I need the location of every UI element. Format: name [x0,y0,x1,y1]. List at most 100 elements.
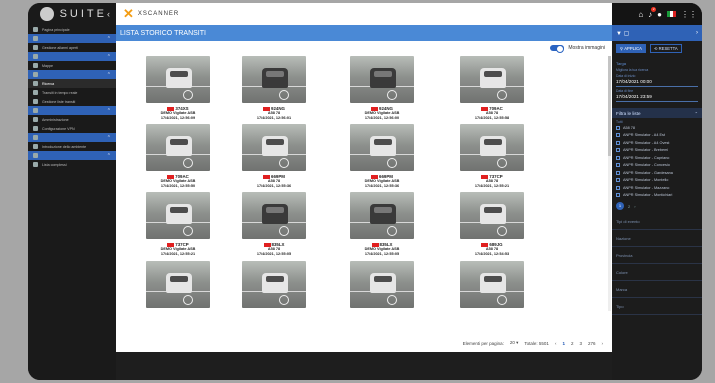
notification-bell-icon[interactable]: ♪ 2 [648,6,657,19]
sidebar-section[interactable]: ⌃ [28,133,116,142]
checkbox[interactable] [616,163,620,168]
transit-card[interactable] [460,261,524,308]
transit-photo[interactable] [146,261,210,308]
camera-checkbox-item[interactable]: ANPR Simulator - A4 Ovest [612,139,702,147]
transit-photo[interactable] [350,261,414,308]
page-3-button[interactable]: 3 [579,341,582,346]
transit-card[interactable]: 689JG A58 78 17/4/2021, 12:54:53 [460,192,524,256]
sidebar-section[interactable]: ⌃ [28,52,116,61]
transit-photo[interactable] [460,124,524,171]
checkbox[interactable] [616,170,620,175]
home-icon[interactable]: ⌂ [638,10,643,19]
sidebar-section[interactable]: ⌃ [28,106,116,115]
camera-checkbox-item[interactable]: ANPR Simulator - Gardesana [612,169,702,177]
transit-photo[interactable] [242,192,306,239]
checkbox[interactable] [616,125,620,130]
transit-photo[interactable] [146,124,210,171]
transit-photo[interactable] [242,124,306,171]
camera-checkbox-item[interactable]: ANPR Simulator - Montichiari [612,192,702,200]
sidebar-item[interactable]: Configurazione VPN [28,124,116,133]
per-page-select[interactable]: 20 ▾ [510,340,519,346]
camera-next-icon[interactable]: › [634,204,635,209]
transit-card[interactable]: 737CP A58 78 17/4/2021, 12:55:21 [460,124,524,188]
camera-page-1[interactable]: 1 [616,202,624,210]
filter-field[interactable]: Tipo [612,298,702,315]
camera-checkbox-item[interactable]: ANPR Simulator - Mazzano [612,184,702,192]
checkbox[interactable] [616,193,620,198]
chevron-left-icon[interactable]: ‹ [107,9,110,19]
grid-scrollbar[interactable] [608,56,611,311]
filter-field[interactable]: Provincia [612,247,702,264]
checkbox[interactable] [616,133,620,138]
transit-card[interactable] [242,261,306,308]
apply-button[interactable]: ⚲ APPLICA [616,44,646,53]
transit-card[interactable]: 924NG A58 78 17/4/2021, 12:56:01 [242,56,306,120]
transit-photo[interactable] [350,56,414,103]
sidebar-section[interactable]: ⌃ [28,34,116,43]
filter-field[interactable]: Colore [612,264,702,281]
transit-card[interactable]: 709AC A58 78 17/4/2021, 12:55:58 [460,56,524,120]
checkbox[interactable] [616,140,620,145]
transit-photo[interactable] [460,192,524,239]
sidebar-section[interactable]: ⌃ [28,70,116,79]
transit-card[interactable]: 669PM A58 78 17/4/2021, 12:55:36 [242,124,306,188]
filter-field[interactable]: Nazione [612,230,702,247]
transit-card[interactable]: 737CP DEMO Vigilate ASB 17/4/2021, 12:55:2… [146,192,210,256]
user-icon[interactable]: ● [657,10,662,19]
transit-photo[interactable] [146,56,210,103]
sidebar-item[interactable]: Mappe [28,61,116,70]
transit-card[interactable]: 835LX A58 78 17/4/2021, 12:55:05 [242,192,306,256]
sidebar-item[interactable]: Amministrazione [28,115,116,124]
sidebar-item[interactable]: Ricerca [28,79,116,88]
transit-photo[interactable] [460,56,524,103]
sidebar-item[interactable]: Gestione allarmi aperti [28,43,116,52]
prev-page-button[interactable]: ‹ [555,341,557,346]
transit-photo[interactable] [146,192,210,239]
camera-checkbox-item[interactable]: ANPR Simulator - Montello [612,177,702,185]
transit-card[interactable] [350,261,414,308]
transit-card[interactable]: 669PM DEMO Vigilate ASB 17/4/2021, 12:55:3… [350,124,414,188]
transit-photo[interactable] [350,124,414,171]
sidebar-item[interactable]: Transiti in tempo reale [28,88,116,97]
filter-field[interactable]: Marca [612,281,702,298]
apps-grid-icon[interactable]: ⋮⋮ [681,10,697,19]
sidebar-item[interactable]: Introduzione dello ambiente [28,142,116,151]
transit-card[interactable]: 709AC DEMO Vigilate ASB 17/4/2021, 12:55:5… [146,124,210,188]
checkbox[interactable] [616,148,620,153]
transit-photo[interactable] [350,192,414,239]
transit-card[interactable]: 835LX DEMO Vigilate ASB 17/4/2021, 12:55:0… [350,192,414,256]
camera-checkbox-item[interactable]: ANPR Simulator - Brebemi [612,147,702,155]
transit-card[interactable] [146,261,210,308]
transit-card[interactable]: 924NG DEMO Vigilate ASB 17/4/2021, 12:56:0… [350,56,414,120]
camera-checkbox-item[interactable]: ANPR Simulator - A4 Est [612,132,702,140]
checkbox[interactable] [616,155,620,160]
camera-checkbox-item[interactable]: A58 78 [612,124,702,132]
target-hint[interactable]: Migliora la tua ricerca [616,68,698,72]
checkbox[interactable] [616,178,620,183]
page-2-button[interactable]: 2 [571,341,574,346]
transit-card[interactable]: 374XS DEMO Vigilate ASB 17/4/2021, 12:56:0… [146,56,210,120]
next-page-button[interactable]: › [602,341,604,346]
list-filter-header[interactable]: Filtra le liste ⌃ [612,108,702,118]
camera-checkbox-item[interactable]: ANPR Simulator - Capriano [612,154,702,162]
scrollbar-thumb[interactable] [608,56,611,156]
camera-page-2[interactable]: 2 [628,204,630,209]
transit-photo[interactable] [242,261,306,308]
filter-field[interactable]: Tipi di evento [612,213,702,230]
sidebar-item[interactable]: Pagina principale [28,25,116,34]
italian-flag-icon[interactable] [667,11,676,17]
panel-toggle-icon[interactable]: › [696,30,698,36]
checkbox[interactable] [616,185,620,190]
sidebar-item[interactable]: Lista complessi [28,160,116,169]
reset-button[interactable]: ⟲ RESETTA [649,44,682,53]
last-page-button[interactable]: 276 [588,341,596,346]
date-from-input[interactable]: 17/04/2021 00:00 [616,79,698,87]
transit-photo[interactable] [242,56,306,103]
sidebar-section[interactable]: ⌃ [28,151,116,160]
show-images-toggle[interactable] [550,45,565,53]
sidebar-item[interactable]: Gestione liste transiti [28,97,116,106]
date-to-input[interactable]: 17/04/2021 23:59 [616,94,698,102]
page-1-button[interactable]: 1 [562,341,565,346]
transit-photo[interactable] [460,261,524,308]
camera-checkbox-item[interactable]: ANPR Simulator - Concesio [612,162,702,170]
